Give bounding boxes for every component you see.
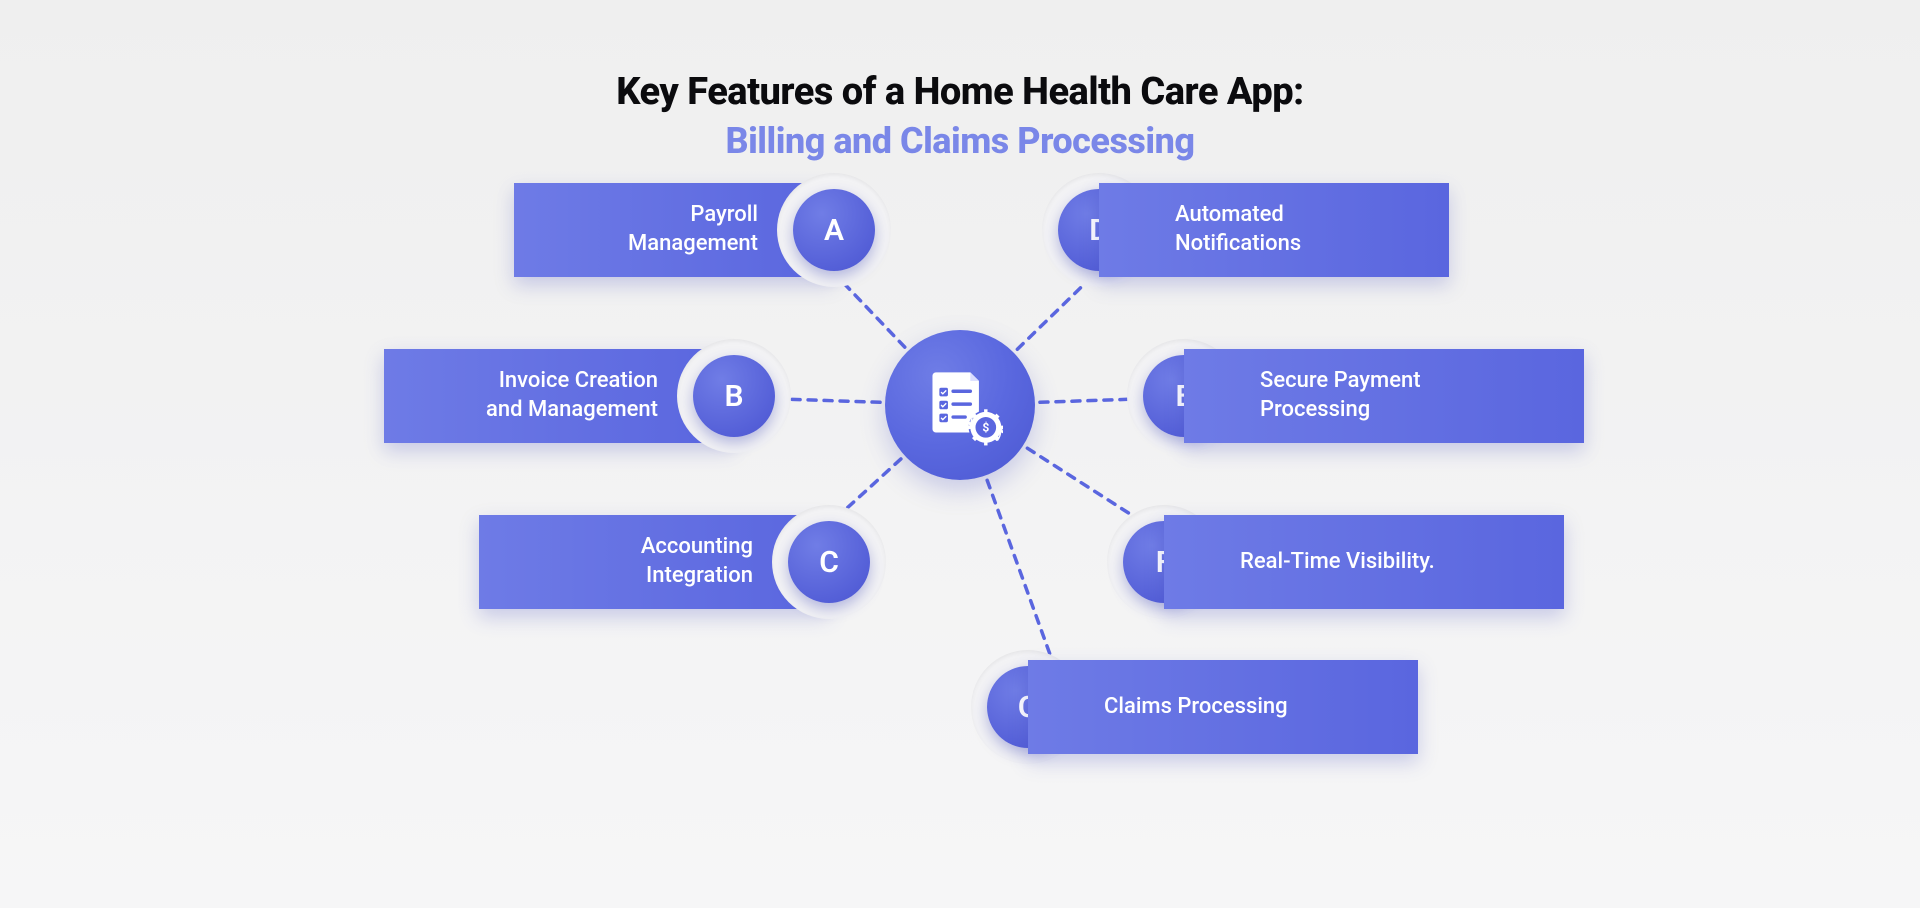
feature-label: Claims Processing <box>1104 693 1288 722</box>
feature-bar: Secure Payment Processing <box>1184 349 1584 443</box>
diagram-title: Key Features of a Home Health Care App: … <box>204 70 1716 162</box>
feature-label: Payroll Management <box>628 201 758 258</box>
feature-badge: C <box>788 521 870 603</box>
central-hub: $ <box>885 330 1035 480</box>
title-line-1: Key Features of a Home Health Care App: <box>204 70 1716 114</box>
feature-a: Payroll Management A <box>434 183 834 277</box>
diagram-stage: Key Features of a Home Health Care App: … <box>204 0 1716 743</box>
feature-badge: A <box>793 189 875 271</box>
billing-document-gear-icon: $ <box>917 362 1003 448</box>
feature-d: D Automated Notifications <box>1099 183 1519 277</box>
feature-label: Automated Notifications <box>1175 201 1301 258</box>
feature-bar: Real-Time Visibility. <box>1164 515 1564 609</box>
feature-bar: Claims Processing <box>1028 660 1418 754</box>
feature-bar: Automated Notifications <box>1099 183 1449 277</box>
feature-label: Secure Payment Processing <box>1260 367 1421 424</box>
feature-e: E Secure Payment Processing <box>1184 349 1644 443</box>
title-line-2: Billing and Claims Processing <box>204 120 1716 162</box>
feature-c: Accounting Integration C <box>399 515 829 609</box>
feature-f: F Real-Time Visibility. <box>1164 515 1624 609</box>
feature-b: Invoice Creation and Management B <box>304 349 734 443</box>
svg-text:$: $ <box>982 421 989 435</box>
feature-label: Real-Time Visibility. <box>1240 548 1435 577</box>
feature-g: G Claims Processing <box>1028 660 1468 754</box>
feature-label: Invoice Creation and Management <box>486 367 658 424</box>
feature-label: Accounting Integration <box>641 533 753 590</box>
feature-badge: B <box>693 355 775 437</box>
